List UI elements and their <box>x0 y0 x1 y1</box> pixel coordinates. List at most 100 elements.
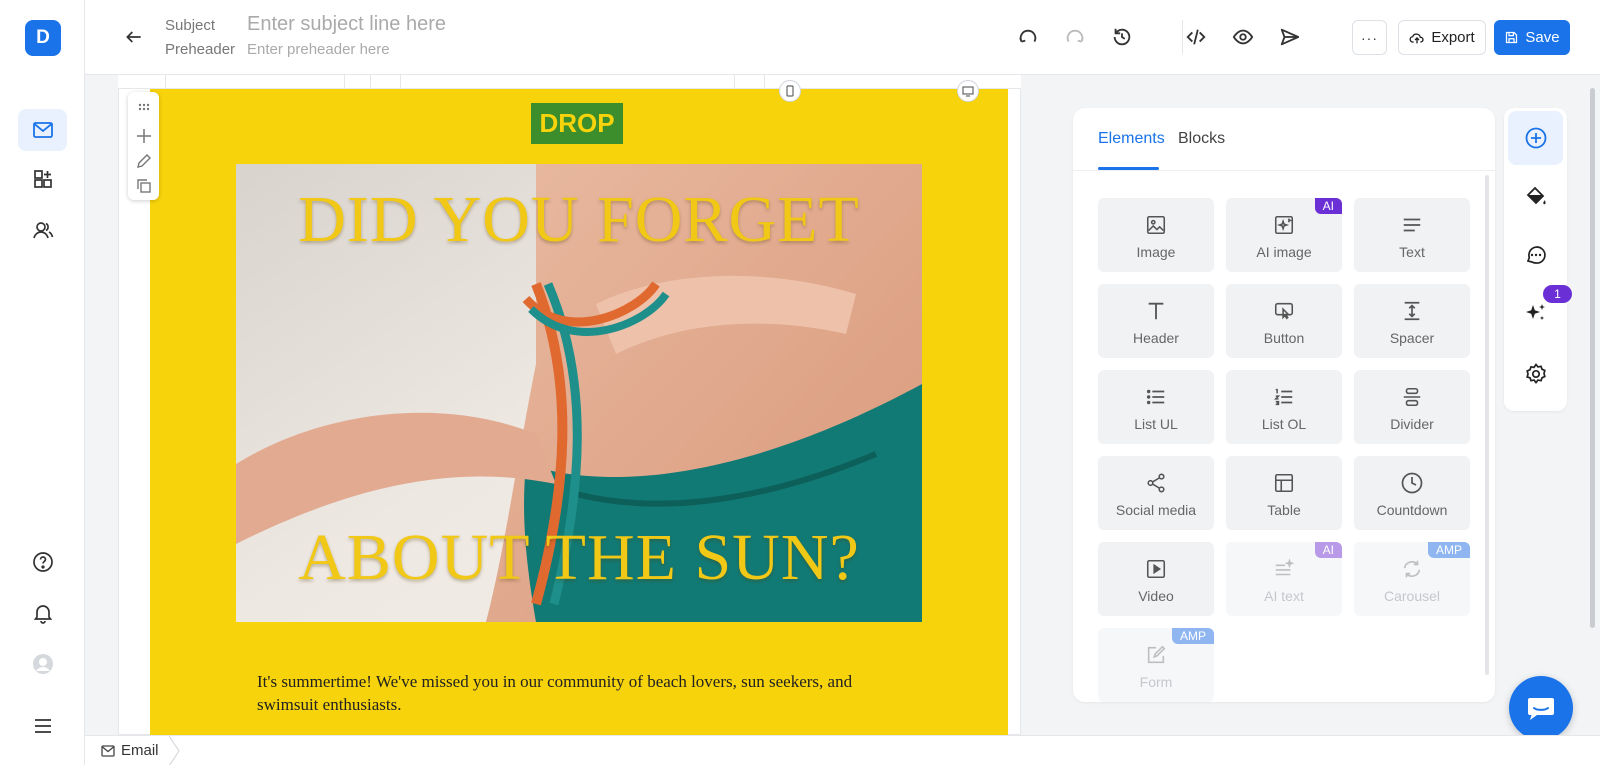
hero-image[interactable]: DID YOU FORGET ABOUT THE SUN? <box>236 164 922 622</box>
breadcrumb[interactable]: Email <box>101 742 159 759</box>
support-chat-button[interactable] <box>1509 676 1573 740</box>
element-label: AI text <box>1264 588 1304 604</box>
nav-contacts[interactable] <box>18 209 67 251</box>
undo-icon <box>1019 29 1037 43</box>
panel-scrollbar[interactable] <box>1485 175 1489 675</box>
breadcrumb-email: Email <box>121 742 159 759</box>
code-icon <box>1186 29 1206 45</box>
button-icon <box>1272 299 1296 323</box>
element-table[interactable]: Table <box>1226 456 1342 530</box>
element-label: List UL <box>1134 416 1178 432</box>
nav-profile[interactable] <box>18 643 67 685</box>
element-list-ul[interactable]: List UL <box>1098 370 1214 444</box>
rail-settings[interactable] <box>1508 347 1563 401</box>
right-rail <box>1504 108 1567 411</box>
undo-button[interactable] <box>1015 24 1041 50</box>
tabs-divider <box>1073 170 1495 171</box>
plus-circle-icon <box>1525 127 1546 149</box>
spacer-icon <box>1400 299 1424 323</box>
drag-handle[interactable] <box>134 97 154 117</box>
mobile-view-toggle[interactable] <box>779 80 801 102</box>
headline-bottom[interactable]: ABOUT THE SUN? <box>236 520 922 596</box>
save-icon <box>1506 31 1518 44</box>
more-button[interactable]: ··· <box>1352 20 1387 55</box>
arrow-left-icon <box>126 31 141 43</box>
table-icon <box>1272 471 1296 495</box>
element-header[interactable]: Header <box>1098 284 1214 358</box>
element-carousel[interactable]: Carousel AMP <box>1354 542 1470 616</box>
history-icon <box>1113 28 1131 46</box>
redo-button[interactable] <box>1062 24 1088 50</box>
paint-bucket-icon <box>1526 186 1546 205</box>
sparkles-icon <box>1525 304 1545 320</box>
preheader-input[interactable]: Enter preheader here <box>247 41 390 58</box>
brand-logo[interactable]: DROP <box>531 103 623 144</box>
element-ai-text[interactable]: AI text AI <box>1226 542 1342 616</box>
code-button[interactable] <box>1183 24 1209 50</box>
export-button[interactable]: Export <box>1398 20 1486 55</box>
page-scrollbar[interactable] <box>1590 88 1595 628</box>
user-avatar <box>32 654 53 674</box>
save-button[interactable]: Save <box>1494 20 1570 55</box>
tab-blocks[interactable]: Blocks <box>1178 130 1225 148</box>
redo-icon <box>1066 29 1084 43</box>
element-label: AI image <box>1256 244 1312 260</box>
rail-styles[interactable] <box>1508 169 1563 223</box>
body-text[interactable]: It's summertime! We've missed you in our… <box>257 670 917 716</box>
element-social-media[interactable]: Social media <box>1098 456 1214 530</box>
element-list-ol[interactable]: List OL <box>1226 370 1342 444</box>
add-block-button[interactable] <box>134 126 154 146</box>
block-toolbar <box>128 92 159 200</box>
element-label: Countdown <box>1376 502 1448 518</box>
eye-icon <box>1232 29 1254 45</box>
element-text[interactable]: Text <box>1354 198 1470 272</box>
image-icon <box>1144 213 1168 237</box>
element-label: Table <box>1267 502 1301 518</box>
element-countdown[interactable]: Countdown <box>1354 456 1470 530</box>
element-image[interactable]: Image <box>1098 198 1214 272</box>
nav-templates[interactable] <box>18 158 67 200</box>
tab-elements[interactable]: Elements <box>1098 130 1165 148</box>
video-icon <box>1144 557 1168 581</box>
headline-top[interactable]: DID YOU FORGET <box>236 182 922 258</box>
rail-add-elements[interactable] <box>1508 111 1563 165</box>
history-button[interactable] <box>1109 24 1135 50</box>
duplicate-block-button[interactable] <box>134 176 154 196</box>
drag-dots-icon <box>138 103 150 111</box>
back-button[interactable] <box>121 24 147 50</box>
ai-badge: AI <box>1314 198 1342 214</box>
email-body[interactable]: DROP DID YOU FORGET ABOUT THE SUN? It's … <box>150 89 1008 735</box>
nav-menu[interactable] <box>18 705 67 747</box>
nav-help[interactable] <box>18 541 67 583</box>
subject-input[interactable]: Enter subject line here <box>247 13 446 36</box>
header-icon <box>1144 299 1168 323</box>
bell-icon <box>33 605 52 624</box>
element-label: Spacer <box>1389 330 1435 346</box>
copy-icon <box>137 179 151 193</box>
desktop-view-toggle[interactable] <box>957 80 979 102</box>
breadcrumb-chevron <box>169 736 180 765</box>
element-label: Video <box>1138 588 1174 604</box>
send-test-button[interactable] <box>1277 24 1303 50</box>
cloud-upload-icon <box>1409 32 1424 43</box>
send-icon <box>1280 28 1300 46</box>
app-logo[interactable]: D <box>25 20 61 56</box>
mail-icon <box>101 744 115 757</box>
element-spacer[interactable]: Spacer <box>1354 284 1470 358</box>
preview-button[interactable] <box>1230 24 1256 50</box>
nav-notifications[interactable] <box>18 592 67 634</box>
mobile-icon <box>786 85 794 97</box>
share-icon <box>1144 471 1168 495</box>
templates-icon <box>33 170 52 188</box>
text-icon <box>1400 213 1424 237</box>
nav-email[interactable] <box>18 109 67 151</box>
element-button[interactable]: Button <box>1226 284 1342 358</box>
element-ai-image[interactable]: AI image AI <box>1226 198 1342 272</box>
edit-block-button[interactable] <box>134 151 154 171</box>
element-video[interactable]: Video <box>1098 542 1214 616</box>
element-divider[interactable]: Divider <box>1354 370 1470 444</box>
element-form[interactable]: Form AMP <box>1098 628 1214 702</box>
export-label: Export <box>1431 29 1475 46</box>
contacts-icon <box>32 222 53 239</box>
rail-comments[interactable] <box>1508 228 1563 282</box>
